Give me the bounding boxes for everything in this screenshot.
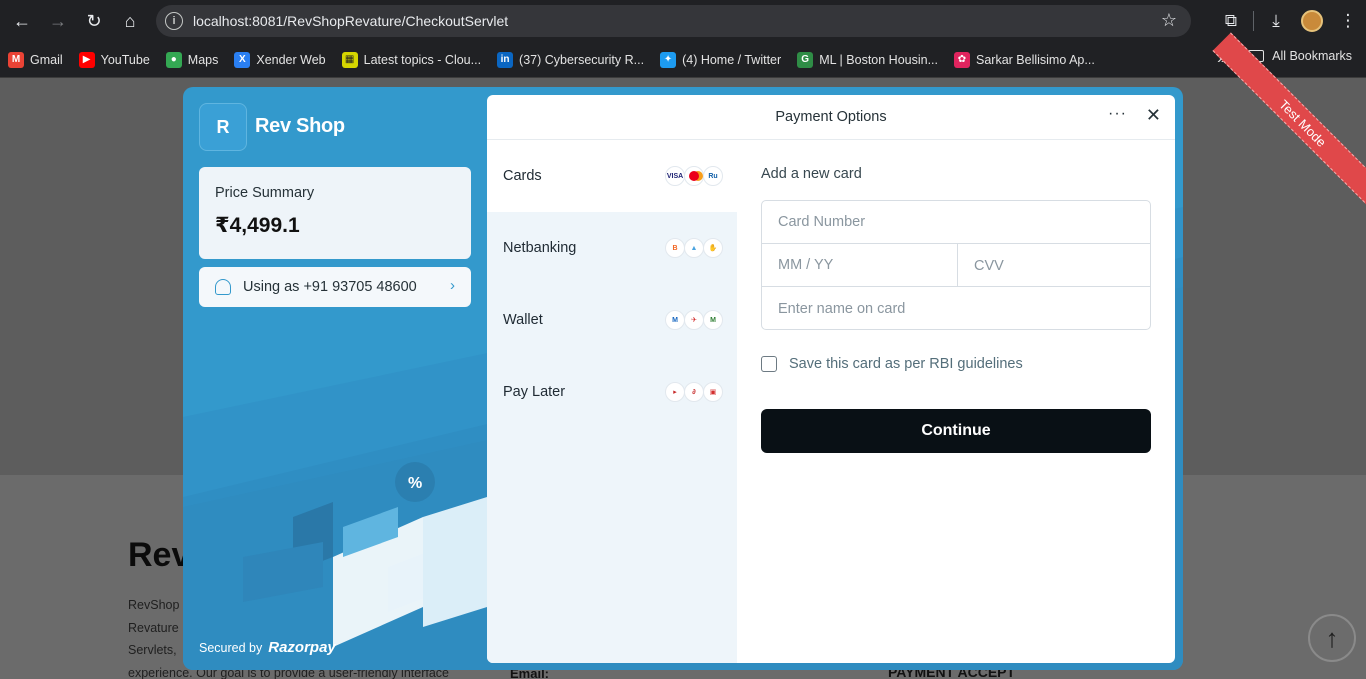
site-info-icon[interactable]: i bbox=[165, 12, 183, 30]
wallet-icon: M bbox=[665, 310, 685, 330]
merchant-logo: R bbox=[199, 103, 247, 151]
price-summary-card: Price Summary ₹4,499.1 bbox=[199, 167, 471, 259]
save-card-label: Save this card as per RBI guidelines bbox=[789, 356, 1023, 372]
secured-by: Secured by Razorpay bbox=[199, 639, 336, 656]
using-as-text: Using as +91 93705 48600 bbox=[243, 279, 417, 295]
forward-icon[interactable]: → bbox=[40, 3, 76, 39]
wallet-icon: M bbox=[703, 310, 723, 330]
user-contact-card[interactable]: Using as +91 93705 48600 › bbox=[199, 267, 471, 307]
home-icon[interactable]: ⌂ bbox=[112, 3, 148, 39]
back-icon[interactable]: ← bbox=[4, 3, 40, 39]
twitter-icon: ✦ bbox=[660, 51, 677, 68]
mastercard-icon bbox=[684, 166, 704, 186]
xender-icon: X bbox=[234, 51, 251, 68]
reload-icon[interactable]: ↻ bbox=[76, 3, 112, 39]
merchant-name: Rev Shop bbox=[255, 115, 345, 137]
save-card-option[interactable]: Save this card as per RBI guidelines bbox=[761, 356, 1151, 372]
page-heading: Rev bbox=[128, 536, 191, 574]
bookmark-gfg[interactable]: G ML | Boston Housin... bbox=[797, 51, 938, 68]
youtube-icon: ▶ bbox=[78, 51, 95, 68]
visa-icon: VISA bbox=[665, 166, 685, 186]
bookmark-twitter[interactable]: ✦ (4) Home / Twitter bbox=[660, 51, 781, 68]
bookmark-gmail[interactable]: M Gmail bbox=[8, 51, 63, 68]
card-fields: Card Number MM / YY CVV Enter name on ca… bbox=[761, 200, 1151, 330]
panel-header: Payment Options ··· ✕ bbox=[487, 95, 1175, 140]
payment-methods-list: Cards VISA Ru Netbanking B ▲ ✋ Wallet M bbox=[487, 140, 737, 663]
gfg-icon: G bbox=[797, 51, 814, 68]
rupay-icon: Ru bbox=[703, 166, 723, 186]
svg-text:%: % bbox=[408, 475, 422, 492]
scroll-to-top-button[interactable]: ↑ bbox=[1308, 614, 1356, 662]
chevron-right-icon: › bbox=[450, 277, 455, 294]
browser-toolbar: ← → ↻ ⌂ i localhost:8081/RevShopRevature… bbox=[0, 0, 1366, 42]
forum-icon: ▦ bbox=[341, 51, 358, 68]
maps-icon: ● bbox=[165, 51, 182, 68]
bookmark-xender[interactable]: X Xender Web bbox=[234, 51, 326, 68]
app-icon: ✿ bbox=[954, 51, 970, 68]
card-form: Add a new card Card Number MM / YY CVV E… bbox=[761, 140, 1151, 453]
more-options-icon[interactable]: ··· bbox=[1108, 105, 1127, 123]
card-number-input[interactable]: Card Number bbox=[762, 201, 1150, 244]
bookmark-sarkar[interactable]: ✿ Sarkar Bellisimo Ap... bbox=[954, 51, 1095, 68]
method-netbanking[interactable]: Netbanking B ▲ ✋ bbox=[487, 212, 737, 284]
method-wallet[interactable]: Wallet M ✈ M bbox=[487, 284, 737, 356]
bank-icon: ✋ bbox=[703, 238, 723, 258]
payment-options-panel: Payment Options ··· ✕ Cards VISA Ru Netb… bbox=[487, 95, 1175, 663]
panel-title: Payment Options bbox=[775, 109, 887, 125]
menu-kebab-icon[interactable]: ⋮ bbox=[1330, 3, 1366, 39]
bookmark-star-icon[interactable]: ☆ bbox=[1161, 10, 1177, 31]
cvv-input[interactable]: CVV bbox=[957, 244, 1150, 287]
avatar bbox=[1301, 10, 1323, 32]
continue-button[interactable]: Continue bbox=[761, 409, 1151, 453]
bank-icon: ▲ bbox=[684, 238, 704, 258]
save-card-checkbox[interactable] bbox=[761, 356, 777, 372]
close-icon[interactable]: ✕ bbox=[1146, 105, 1161, 126]
bookmarks-bar: M Gmail ▶ YouTube ● Maps X Xender Web ▦ Lates… bbox=[0, 42, 1366, 78]
bookmark-maps[interactable]: ● Maps bbox=[165, 51, 218, 68]
bank-icon: B bbox=[665, 238, 685, 258]
address-bar[interactable]: i localhost:8081/RevShopRevature/Checkou… bbox=[156, 5, 1191, 37]
add-card-title: Add a new card bbox=[761, 166, 862, 182]
paylater-icon: ∂ bbox=[684, 382, 704, 402]
method-pay-later[interactable]: Pay Later ▸ ∂ ▣ bbox=[487, 356, 737, 428]
all-bookmarks[interactable]: All Bookmarks bbox=[1248, 49, 1352, 63]
gmail-icon: M bbox=[8, 51, 24, 68]
wallet-icon: ✈ bbox=[684, 310, 704, 330]
profile-button[interactable] bbox=[1294, 3, 1330, 39]
user-icon bbox=[215, 279, 231, 295]
name-on-card-input[interactable]: Enter name on card bbox=[762, 287, 1150, 330]
linkedin-icon: in bbox=[497, 51, 514, 68]
bookmark-latest-topics[interactable]: ▦ Latest topics - Clou... bbox=[341, 51, 481, 68]
razorpay-logo: Razorpay bbox=[268, 639, 336, 656]
bookmark-linkedin[interactable]: in (37) Cybersecurity R... bbox=[497, 51, 644, 68]
method-cards[interactable]: Cards VISA Ru bbox=[487, 140, 737, 212]
price-summary-label: Price Summary bbox=[215, 185, 315, 201]
paylater-icon: ▣ bbox=[703, 382, 723, 402]
url-text[interactable]: localhost:8081/RevShopRevature/CheckoutS… bbox=[193, 13, 508, 29]
download-icon[interactable]: ⤓ bbox=[1258, 3, 1294, 39]
price-amount: ₹4,499.1 bbox=[215, 214, 300, 237]
bookmark-youtube[interactable]: ▶ YouTube bbox=[78, 51, 150, 68]
razorpay-checkout-modal: % R Rev Shop Price Summary ₹4,499.1 Usin… bbox=[183, 87, 1183, 670]
paylater-icon: ▸ bbox=[665, 382, 685, 402]
